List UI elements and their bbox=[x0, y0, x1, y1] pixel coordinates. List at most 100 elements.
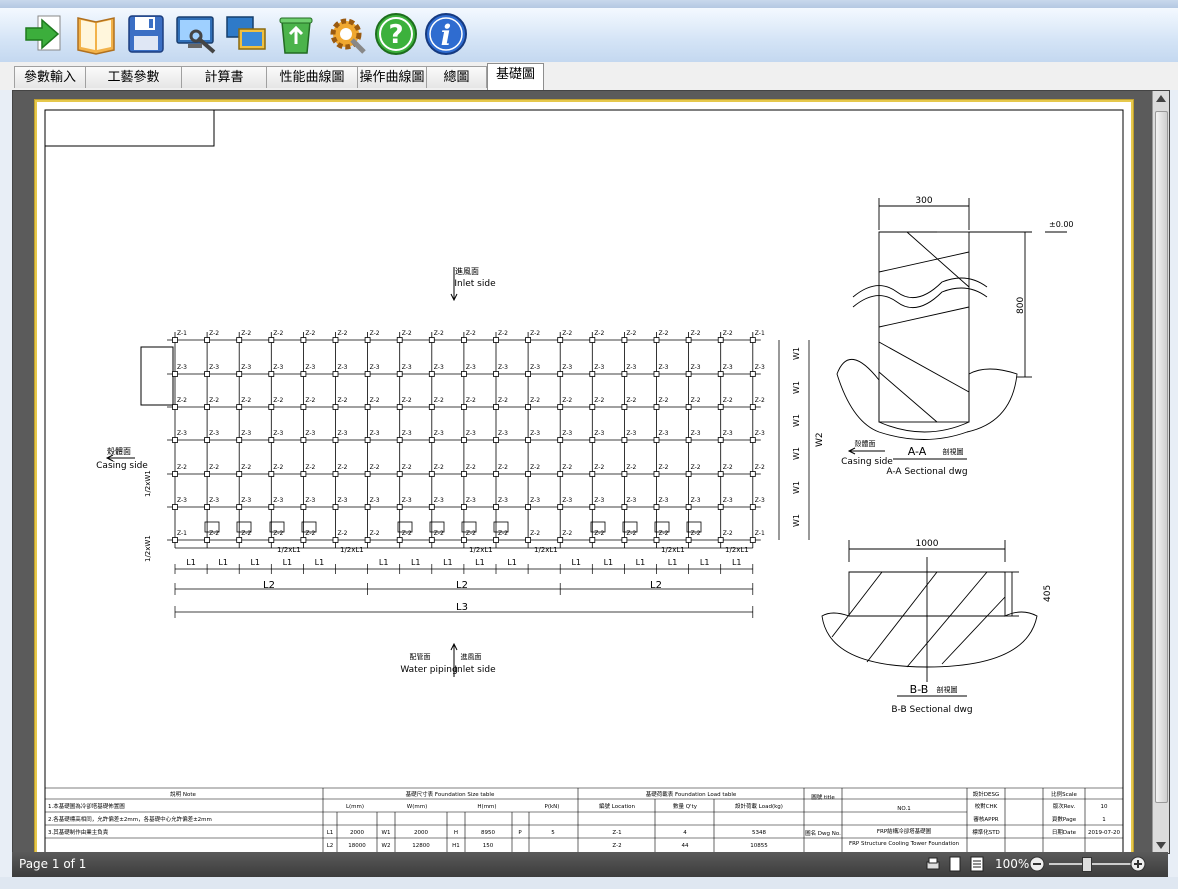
pier-label: Z-3 bbox=[562, 364, 572, 371]
pier-label: Z-3 bbox=[209, 364, 219, 371]
load-r1-0: Z-1 bbox=[612, 830, 621, 836]
pier-label: Z-2 bbox=[402, 530, 412, 537]
pier-label: Z-2 bbox=[659, 330, 669, 337]
casing-label-en: Casing side bbox=[96, 461, 148, 471]
zoom-out-icon[interactable] bbox=[1028, 855, 1046, 873]
aa-title-cn: 剖視圖 bbox=[943, 447, 964, 456]
l1-dim-label: L1 bbox=[283, 558, 293, 567]
info-glyph: i bbox=[441, 19, 452, 52]
recycle-bin-icon[interactable] bbox=[274, 12, 318, 56]
info-icon[interactable]: i bbox=[424, 12, 468, 56]
pier-label: Z-3 bbox=[177, 430, 187, 437]
pier-label: Z-3 bbox=[466, 364, 476, 371]
tab-foundation-drawing[interactable]: 基礎圖 bbox=[487, 63, 544, 90]
rev-label: 版次Rev. bbox=[1053, 802, 1076, 810]
pier-label: Z-3 bbox=[723, 497, 733, 504]
continuous-page-icon[interactable] bbox=[969, 856, 985, 872]
note-3: 3.其基礎制作由業主負責 bbox=[48, 828, 109, 836]
l1-dim-label: L1 bbox=[571, 558, 581, 567]
pier-label: Z-3 bbox=[402, 364, 412, 371]
pier-label: Z-3 bbox=[209, 497, 219, 504]
tab-general-drawing[interactable]: 總圖 bbox=[426, 66, 487, 88]
monitor-settings-icon[interactable] bbox=[174, 12, 218, 56]
pier-label: Z-2 bbox=[498, 330, 508, 337]
title-block bbox=[45, 787, 1123, 860]
size-r1-2: W1 bbox=[382, 830, 391, 836]
pier-label: Z-2 bbox=[466, 530, 476, 537]
pier-label: Z-2 bbox=[530, 397, 540, 404]
pier-label: Z-3 bbox=[241, 364, 251, 371]
document-viewer[interactable]: 進風面 Inlet side 殼體面 Casing side Z-1 Z-2 Z-2… bbox=[12, 90, 1170, 864]
size-col-h: H(mm) bbox=[477, 804, 496, 810]
tab-process-parameters[interactable]: 工藝參數 bbox=[85, 66, 182, 88]
scale-label: 比例Scale bbox=[1051, 790, 1077, 798]
drawing-corner-box bbox=[44, 109, 215, 147]
l1-dim-label: L1 bbox=[604, 558, 614, 567]
pier-label: Z-3 bbox=[370, 364, 380, 371]
pier-label: Z-2 bbox=[402, 464, 412, 471]
help-icon[interactable]: ? bbox=[374, 12, 418, 56]
tab-operation-curve[interactable]: 操作曲線圖 bbox=[357, 66, 427, 88]
scroll-down-icon[interactable] bbox=[1156, 842, 1166, 849]
pier-label: Z-2 bbox=[594, 530, 604, 537]
half-l1-label-4: 1/2xL1 bbox=[534, 546, 558, 554]
bb-title-en: B-B Sectional dwg bbox=[891, 705, 972, 715]
design-label: 設計DESG bbox=[973, 790, 999, 798]
pier-label: Z-2 bbox=[530, 530, 540, 537]
pier-label: Z-2 bbox=[273, 530, 283, 537]
pier-label: Z-2 bbox=[626, 397, 636, 404]
size-r2-1: 18000 bbox=[348, 843, 366, 849]
import-arrow-icon[interactable] bbox=[22, 12, 66, 56]
pier-label: Z-2 bbox=[241, 397, 251, 404]
gear-wrench-icon[interactable] bbox=[324, 12, 368, 56]
tab-parameter-input[interactable]: 參數輸入 bbox=[14, 66, 86, 88]
w2-label: W2 bbox=[815, 432, 825, 447]
bb-title-cn: 剖視圖 bbox=[937, 685, 958, 694]
zoom-in-icon[interactable] bbox=[1129, 855, 1147, 873]
pier-label: Z-3 bbox=[209, 430, 219, 437]
l1-dim-label: L1 bbox=[315, 558, 325, 567]
pier-label: Z-2 bbox=[338, 530, 348, 537]
check-label: 校對CHK bbox=[975, 802, 998, 810]
tab-calculation-report[interactable]: 計算書 bbox=[181, 66, 267, 88]
pier-label: Z-3 bbox=[273, 364, 283, 371]
scroll-thumb[interactable] bbox=[1155, 111, 1168, 803]
aa-level-label: ±0.00 bbox=[1049, 220, 1074, 229]
w1-label-6: W1 bbox=[792, 514, 801, 527]
pier-label: Z-3 bbox=[755, 497, 765, 504]
window-switch-icon[interactable] bbox=[224, 12, 268, 56]
pier-label: Z-2 bbox=[498, 464, 508, 471]
zoom-slider-thumb[interactable] bbox=[1082, 857, 1092, 872]
size-col-p: P(kN) bbox=[545, 804, 560, 810]
pier-label: Z-3 bbox=[755, 364, 765, 371]
vertical-scrollbar[interactable] bbox=[1152, 91, 1169, 853]
save-icon[interactable] bbox=[124, 12, 168, 56]
tab-performance-curve[interactable]: 性能曲線圖 bbox=[266, 66, 358, 88]
pier-label: Z-2 bbox=[626, 530, 636, 537]
print-icon[interactable] bbox=[925, 856, 941, 872]
book-icon[interactable] bbox=[74, 12, 118, 56]
inlet-label-cn: 進風面 bbox=[455, 267, 479, 276]
inlet2-label-cn: 進風面 bbox=[461, 652, 482, 661]
aa-depth-label: 800 bbox=[1016, 297, 1026, 314]
half-l1-label: 1/2xL1 bbox=[277, 546, 301, 554]
w-dimensions bbox=[778, 340, 810, 540]
size-r2-0: L2 bbox=[327, 843, 334, 849]
pier-label: Z-2 bbox=[305, 397, 315, 404]
scroll-up-icon[interactable] bbox=[1156, 95, 1166, 102]
single-page-icon[interactable] bbox=[947, 856, 963, 872]
left-inlet-box bbox=[140, 346, 174, 406]
load-r2-2: 10855 bbox=[750, 843, 768, 849]
pier-label: Z-2 bbox=[723, 330, 733, 337]
pier-label: Z-3 bbox=[402, 497, 412, 504]
dwg-name-en: FRP Structure Cooling Tower Foundation bbox=[849, 841, 960, 847]
pier-label: Z-2 bbox=[562, 464, 572, 471]
pier-label: Z-2 bbox=[434, 397, 444, 404]
aa-width-label: 300 bbox=[915, 196, 932, 206]
water-label-en: Water piping bbox=[400, 665, 457, 675]
drawing-page: 進風面 Inlet side 殼體面 Casing side Z-1 Z-2 Z-2… bbox=[35, 100, 1133, 864]
load-col-qty: 數量 Q'ty bbox=[673, 802, 698, 810]
window-title-bar bbox=[0, 0, 1178, 8]
pier-label: Z-3 bbox=[562, 430, 572, 437]
pier-label: Z-3 bbox=[594, 497, 604, 504]
